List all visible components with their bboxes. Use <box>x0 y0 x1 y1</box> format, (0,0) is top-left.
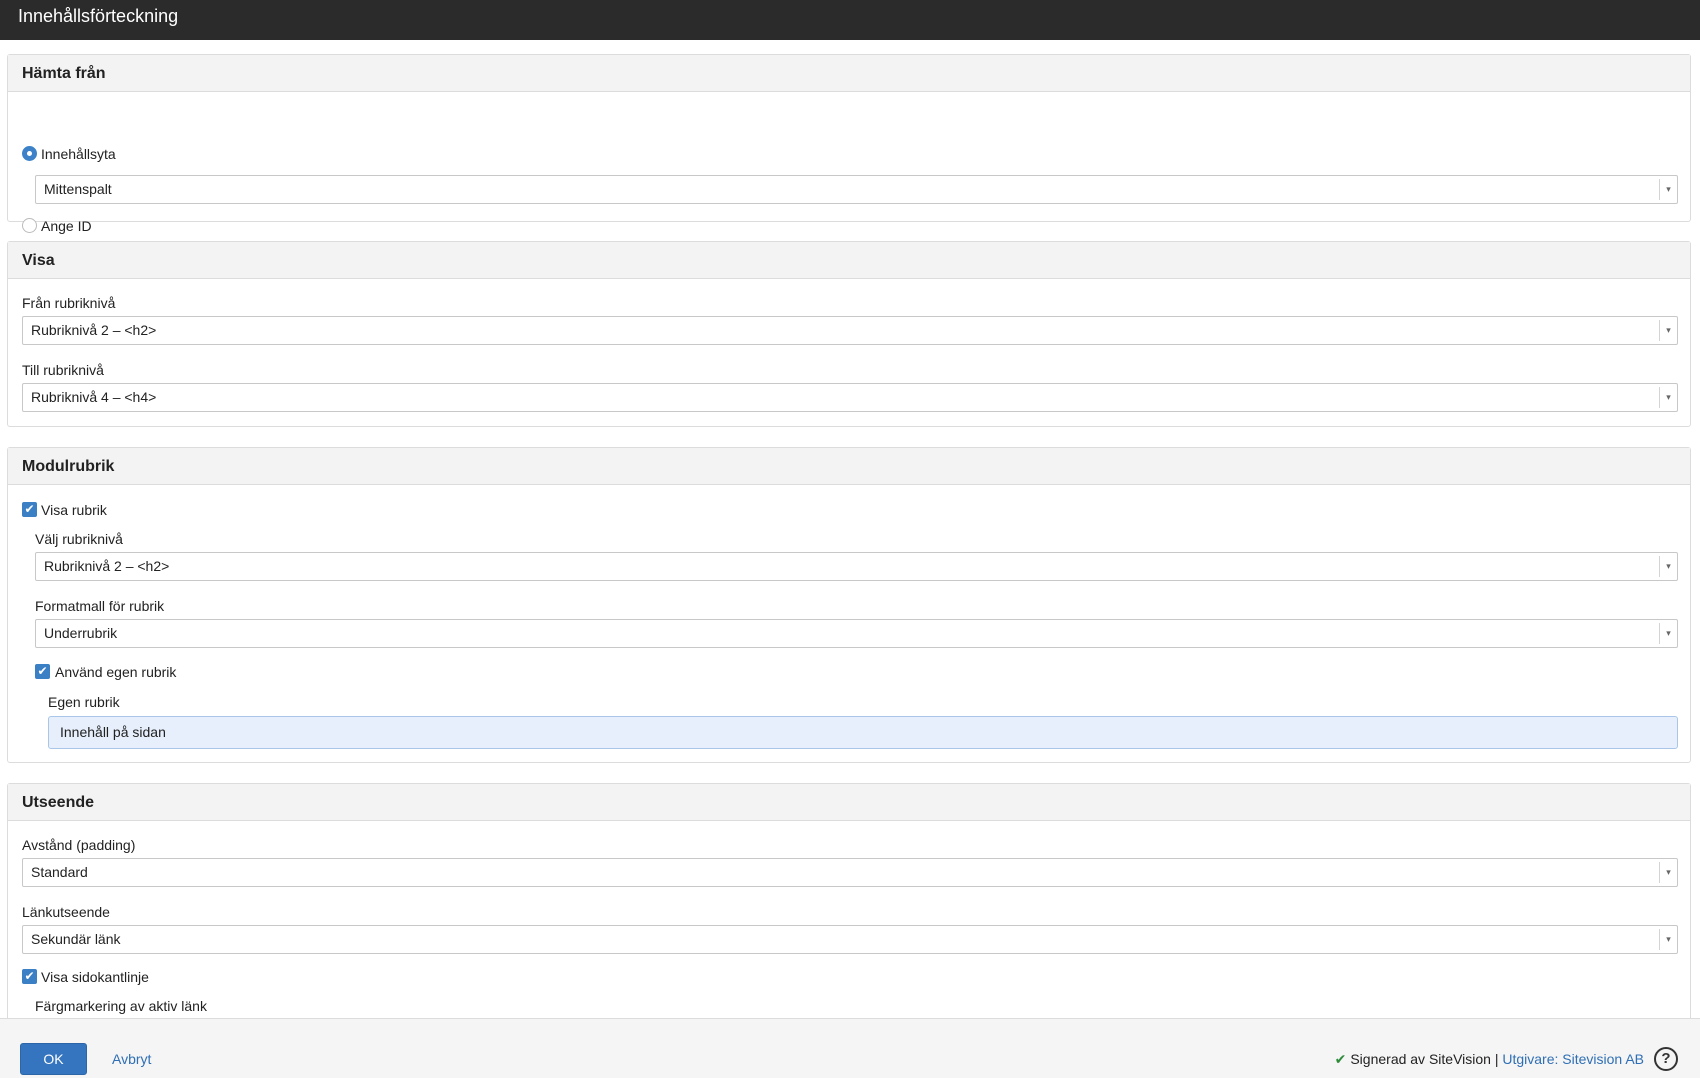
radio-specify-id[interactable] <box>22 218 37 233</box>
from-level-select[interactable]: Rubriknivå 2 – <h2> ▾ <box>22 316 1678 345</box>
content-area-select[interactable]: Mittenspalt ▾ <box>35 175 1678 204</box>
active-link-color-label: Färgmarkering av aktiv länk <box>35 998 207 1014</box>
custom-heading-label: Egen rubrik <box>48 694 120 710</box>
heading-level-label: Välj rubriknivå <box>35 531 123 547</box>
window-title: Innehållsförteckning <box>0 0 1700 40</box>
link-style-select[interactable]: Sekundär länk ▾ <box>22 925 1678 954</box>
radio-content-area-label[interactable]: Innehållsyta <box>41 146 116 162</box>
to-level-label: Till rubriknivå <box>22 362 104 378</box>
from-level-label: Från rubriknivå <box>22 295 116 311</box>
dialog-footer: OK Avbryt ✔ Signerad av SiteVision | Utgi… <box>0 1018 1700 1078</box>
chevron-down-icon: ▾ <box>1659 179 1677 200</box>
panel-appearance: Utseende <box>7 783 1691 1018</box>
radio-specify-id-label[interactable]: Ange ID <box>41 218 92 234</box>
custom-heading-input-value: Innehåll på sidan <box>60 724 166 740</box>
chevron-down-icon: ▾ <box>1659 862 1677 883</box>
padding-select-value: Standard <box>31 864 88 880</box>
chevron-down-icon: ▾ <box>1659 556 1677 577</box>
to-level-select[interactable]: Rubriknivå 4 – <h4> ▾ <box>22 383 1678 412</box>
publisher-link[interactable]: Utgivare: Sitevision AB <box>1502 1051 1644 1067</box>
heading-level-select[interactable]: Rubriknivå 2 – <h2> ▾ <box>35 552 1678 581</box>
panel-module-heading-heading: Modulrubrik <box>8 448 1690 485</box>
show-heading-checkbox[interactable]: ✔ <box>22 502 37 517</box>
heading-level-select-value: Rubriknivå 2 – <h2> <box>44 558 170 574</box>
padding-select[interactable]: Standard ▾ <box>22 858 1678 887</box>
custom-heading-input[interactable]: Innehåll på sidan <box>48 716 1678 749</box>
help-icon[interactable]: ? <box>1654 1047 1678 1071</box>
separator: | <box>1490 1051 1503 1067</box>
show-heading-label[interactable]: Visa rubrik <box>41 502 107 518</box>
heading-format-label: Formatmall för rubrik <box>35 598 165 614</box>
custom-heading-check-label[interactable]: Använd egen rubrik <box>55 664 176 680</box>
signed-by-text: Signerad av SiteVision <box>1350 1051 1491 1067</box>
heading-format-select[interactable]: Underrubrik ▾ <box>35 619 1678 648</box>
chevron-down-icon: ▾ <box>1659 623 1677 644</box>
chevron-down-icon: ▾ <box>1659 320 1677 341</box>
panel-display-heading: Visa <box>8 242 1690 279</box>
panel-appearance-heading: Utseende <box>8 784 1690 821</box>
side-border-label[interactable]: Visa sidokantlinje <box>41 969 149 985</box>
dialog-content[interactable]: Hämta från Innehållsyta Mittenspalt ▾ An… <box>0 40 1700 1018</box>
padding-label: Avstånd (padding) <box>22 837 136 853</box>
radio-content-area[interactable] <box>22 146 37 161</box>
content-area-select-value: Mittenspalt <box>44 181 112 197</box>
heading-format-select-value: Underrubrik <box>44 625 118 641</box>
panel-source-heading: Hämta från <box>8 55 1690 92</box>
link-style-select-value: Sekundär länk <box>31 931 121 947</box>
chevron-down-icon: ▾ <box>1659 387 1677 408</box>
side-border-checkbox[interactable]: ✔ <box>22 969 37 984</box>
link-style-label: Länkutseende <box>22 904 110 920</box>
from-level-select-value: Rubriknivå 2 – <h2> <box>31 322 157 338</box>
checkmark-icon: ✔ <box>1334 1051 1347 1067</box>
to-level-select-value: Rubriknivå 4 – <h4> <box>31 389 157 405</box>
signature-status: ✔ Signerad av SiteVision | Utgivare: Site… <box>1335 1043 1644 1075</box>
chevron-down-icon: ▾ <box>1659 929 1677 950</box>
cancel-button[interactable]: Avbryt <box>112 1043 151 1075</box>
ok-button[interactable]: OK <box>20 1043 87 1075</box>
custom-heading-checkbox[interactable]: ✔ <box>35 664 50 679</box>
